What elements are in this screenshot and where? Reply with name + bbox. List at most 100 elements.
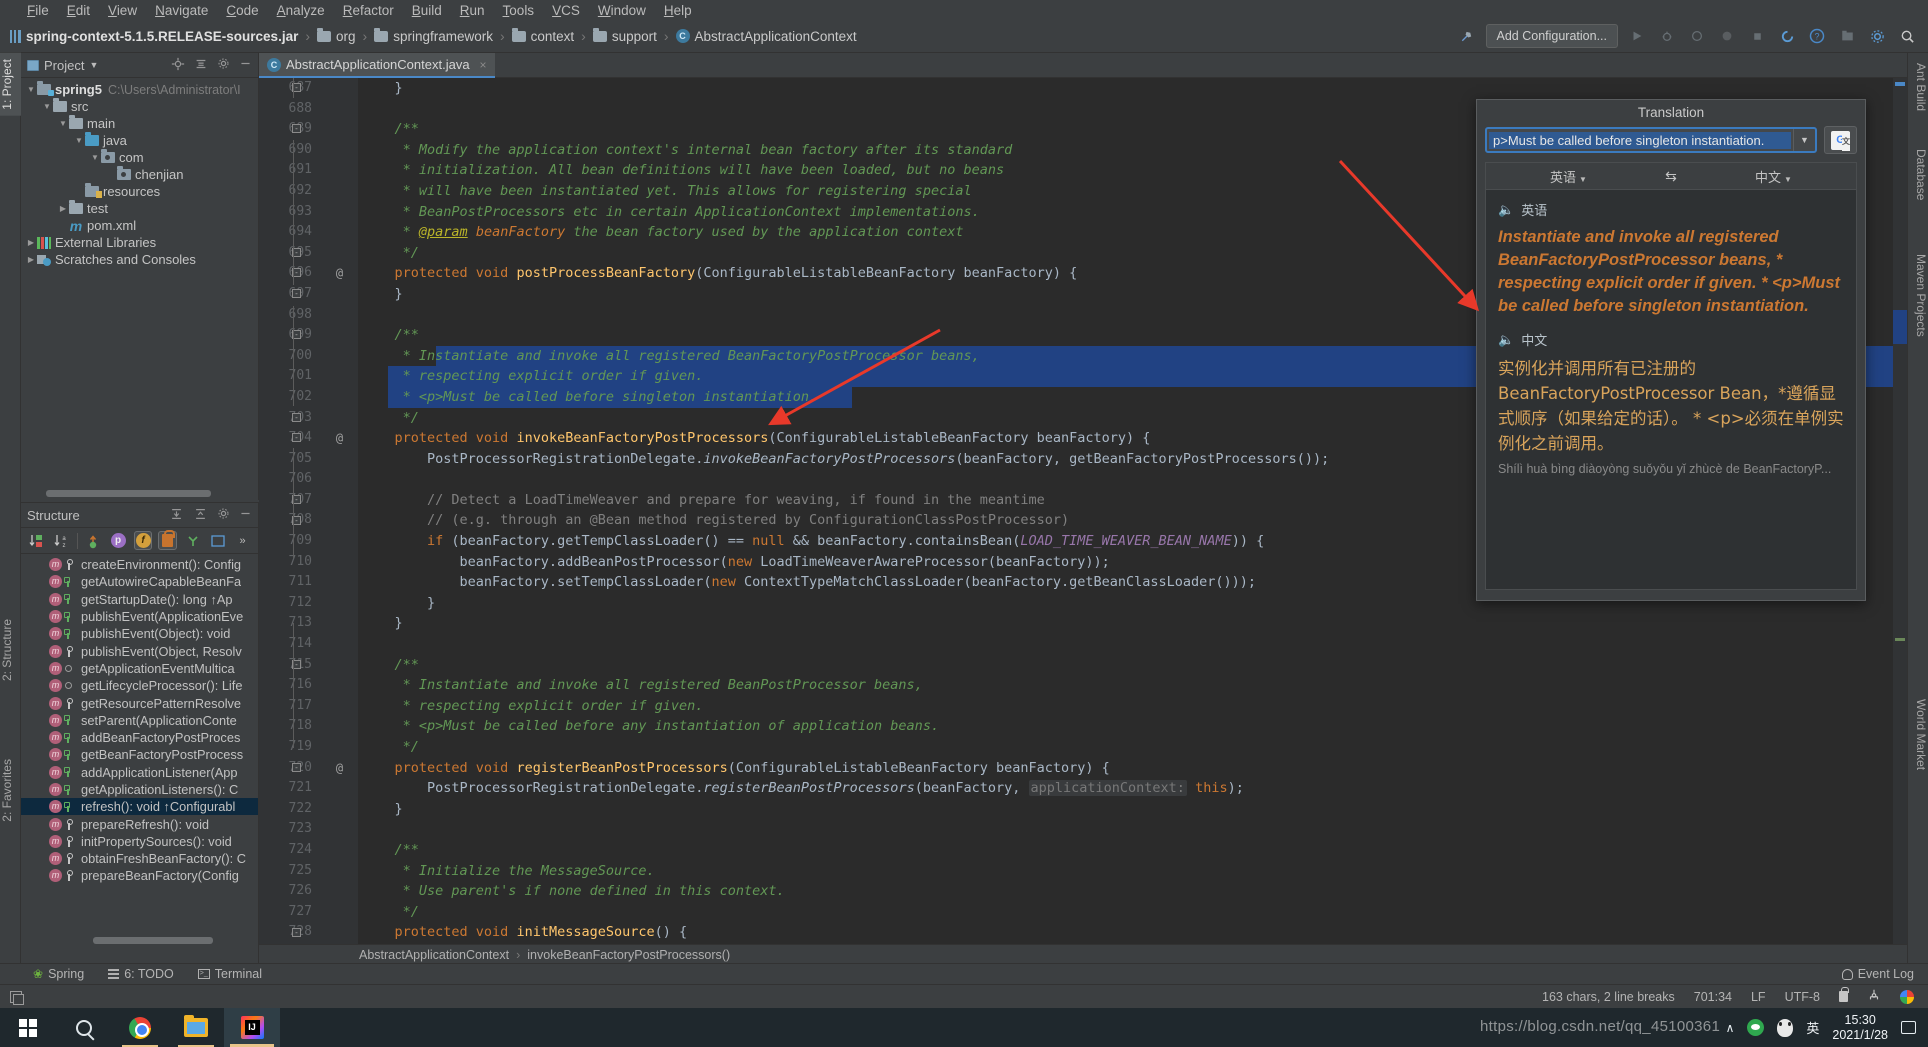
sidebar-item-database[interactable]: Database <box>1907 143 1928 206</box>
code-folding-gutter[interactable]: ------------- <box>289 78 303 944</box>
structure-horizontal-scrollbar[interactable] <box>93 937 213 944</box>
code-line[interactable] <box>358 819 1907 840</box>
tree-node-resources[interactable]: resources <box>21 183 258 200</box>
gear-icon[interactable] <box>217 507 230 523</box>
tree-expand-arrow[interactable]: ▶ <box>57 204 69 213</box>
menu-refactor[interactable]: Refactor <box>334 3 403 18</box>
taskbar-search[interactable] <box>56 1008 112 1047</box>
event-log-button[interactable]: Event Log <box>1841 967 1928 981</box>
code-line[interactable]: * <p>Must be called before any instantia… <box>358 716 1907 737</box>
start-button[interactable] <box>0 1008 56 1047</box>
debug-icon[interactable] <box>1656 25 1678 47</box>
structure-item[interactable]: m getApplicationEventMultica <box>21 660 258 677</box>
structure-item[interactable]: m getBeanFactoryPostProcess <box>21 746 258 763</box>
tree-node-pom-xml[interactable]: m pom.xml <box>21 217 258 234</box>
structure-item[interactable]: m refresh(): void ↑Configurabl <box>21 798 258 816</box>
fold-toggle-icon[interactable]: - <box>292 433 301 443</box>
structure-item[interactable]: m addApplicationListener(App <box>21 764 258 781</box>
sort-by-visibility-icon[interactable] <box>27 531 46 550</box>
tree-node-main[interactable]: ▼ main <box>21 115 258 132</box>
tree-expand-arrow[interactable]: ▼ <box>25 85 37 94</box>
hide-panel-icon[interactable] <box>239 57 252 73</box>
show-non-public-icon[interactable] <box>158 530 178 550</box>
tree-node-src[interactable]: ▼ src <box>21 98 258 115</box>
source-language-selector[interactable]: 英语 ▼ <box>1486 167 1651 186</box>
close-icon[interactable]: × <box>480 58 487 72</box>
menu-view[interactable]: View <box>99 3 146 18</box>
structure-list[interactable]: m createEnvironment(): Config m getAutowire… <box>21 554 258 949</box>
show-properties-icon[interactable]: p <box>109 531 128 550</box>
bottom-tool-terminal[interactable]: >_ Terminal <box>186 967 274 981</box>
hide-panel-icon[interactable] <box>239 507 252 523</box>
project-tree[interactable]: ▼ spring5 C:\Users\Administrator\I ▼ src ▼ mai… <box>21 78 258 498</box>
menu-code[interactable]: Code <box>217 3 267 18</box>
breadcrumb-method[interactable]: invokeBeanFactoryPostProcessors() <box>527 948 730 962</box>
structure-item[interactable]: m obtainFreshBeanFactory(): C <box>21 850 258 867</box>
toggle-tool-windows-button[interactable] <box>0 990 24 1005</box>
speaker-icon[interactable]: 🔈 <box>1498 202 1514 218</box>
taskbar-chrome[interactable] <box>112 1008 168 1047</box>
structure-item[interactable]: m publishEvent(ApplicationEve <box>21 608 258 625</box>
code-line[interactable] <box>358 634 1907 655</box>
sidebar-item-project[interactable]: 1: Project <box>0 53 21 116</box>
collapse-all-icon[interactable] <box>193 507 208 524</box>
tree-expand-arrow[interactable]: ▼ <box>89 153 101 162</box>
structure-item[interactable]: m getResourcePatternResolve <box>21 694 258 711</box>
project-horizontal-scrollbar[interactable] <box>46 490 211 497</box>
tree-node-spring5[interactable]: ▼ spring5 C:\Users\Administrator\I <box>21 81 258 98</box>
tab-abstract-application-context[interactable]: C AbstractApplicationContext.java × <box>259 53 495 78</box>
structure-item[interactable]: m createEnvironment(): Config <box>21 556 258 573</box>
gear-icon[interactable] <box>217 57 230 73</box>
menu-analyze[interactable]: Analyze <box>268 3 334 18</box>
locate-target-icon[interactable] <box>171 57 185 74</box>
google-translate-button[interactable]: G <box>1824 126 1857 154</box>
menu-edit[interactable]: Edit <box>58 3 99 18</box>
structure-item[interactable]: m addBeanFactoryPostProces <box>21 729 258 746</box>
menu-tools[interactable]: Tools <box>494 3 544 18</box>
code-line[interactable]: * Initialize the MessageSource. <box>358 861 1907 882</box>
fold-toggle-icon[interactable]: - <box>292 124 301 134</box>
structure-item[interactable]: m getStartupDate(): long ↑Ap <box>21 591 258 608</box>
qq-icon[interactable] <box>1777 1018 1794 1037</box>
sidebar-item-structure[interactable]: 2: Structure <box>0 613 21 687</box>
sidebar-item-maven-projects[interactable]: Maven Projects <box>1907 248 1928 343</box>
collapse-all-icon[interactable] <box>194 57 208 74</box>
code-line[interactable]: } <box>358 78 1907 99</box>
expand-nodes-icon[interactable] <box>208 531 227 550</box>
code-line[interactable]: protected void registerBeanPostProcessor… <box>358 758 1907 779</box>
tree-expand-arrow[interactable]: ▼ <box>57 119 69 128</box>
taskbar-intellij[interactable] <box>224 1008 280 1047</box>
code-line[interactable]: * respecting explicit order if given. <box>358 696 1907 717</box>
translation-query-input[interactable]: p>Must be called before singleton instan… <box>1485 127 1817 153</box>
structure-item[interactable]: m getApplicationListeners(): C <box>21 781 258 798</box>
sidebar-item-ant-build[interactable]: Ant Build <box>1907 57 1928 117</box>
code-line[interactable]: /** <box>358 655 1907 676</box>
structure-item[interactable]: m setParent(ApplicationConte <box>21 712 258 729</box>
more-options-icon[interactable]: » <box>233 531 252 550</box>
fold-toggle-icon[interactable]: - <box>292 412 301 422</box>
breadcrumb-org[interactable]: org <box>317 27 356 44</box>
breadcrumb-support[interactable]: support <box>592 27 657 44</box>
bottom-tool-spring[interactable]: ❀ Spring <box>21 967 96 981</box>
structure-item[interactable]: m initPropertySources(): void <box>21 833 258 850</box>
code-line[interactable]: } <box>358 799 1907 820</box>
ime-indicator[interactable]: 英 <box>1806 1018 1819 1037</box>
override-marker-icon[interactable]: @ <box>321 758 358 779</box>
chevron-down-icon[interactable]: ▼ <box>89 60 98 70</box>
show-fields-icon[interactable]: f <box>133 531 153 550</box>
build-hammer-icon[interactable] <box>1456 25 1478 47</box>
fold-toggle-icon[interactable]: - <box>292 927 301 937</box>
tray-expand-icon[interactable]: ∧ <box>1726 1021 1735 1035</box>
fold-toggle-icon[interactable]: - <box>292 762 301 772</box>
menu-window[interactable]: Window <box>589 3 655 18</box>
target-language-selector[interactable]: 中文 ▼ <box>1691 167 1856 186</box>
menu-build[interactable]: Build <box>403 3 451 18</box>
run-icon[interactable] <box>1626 25 1648 47</box>
override-marker-icon[interactable]: @ <box>321 263 358 284</box>
add-configuration-button[interactable]: Add Configuration... <box>1485 24 1618 48</box>
structure-item[interactable]: m getLifecycleProcessor(): Life <box>21 677 258 694</box>
editor-marker-bar[interactable] <box>1893 78 1907 944</box>
structure-item[interactable]: m publishEvent(Object): void <box>21 625 258 642</box>
show-hierarchy-icon[interactable] <box>183 531 202 550</box>
tree-node-scratches-and-consoles[interactable]: ▶ Scratches and Consoles <box>21 251 258 268</box>
